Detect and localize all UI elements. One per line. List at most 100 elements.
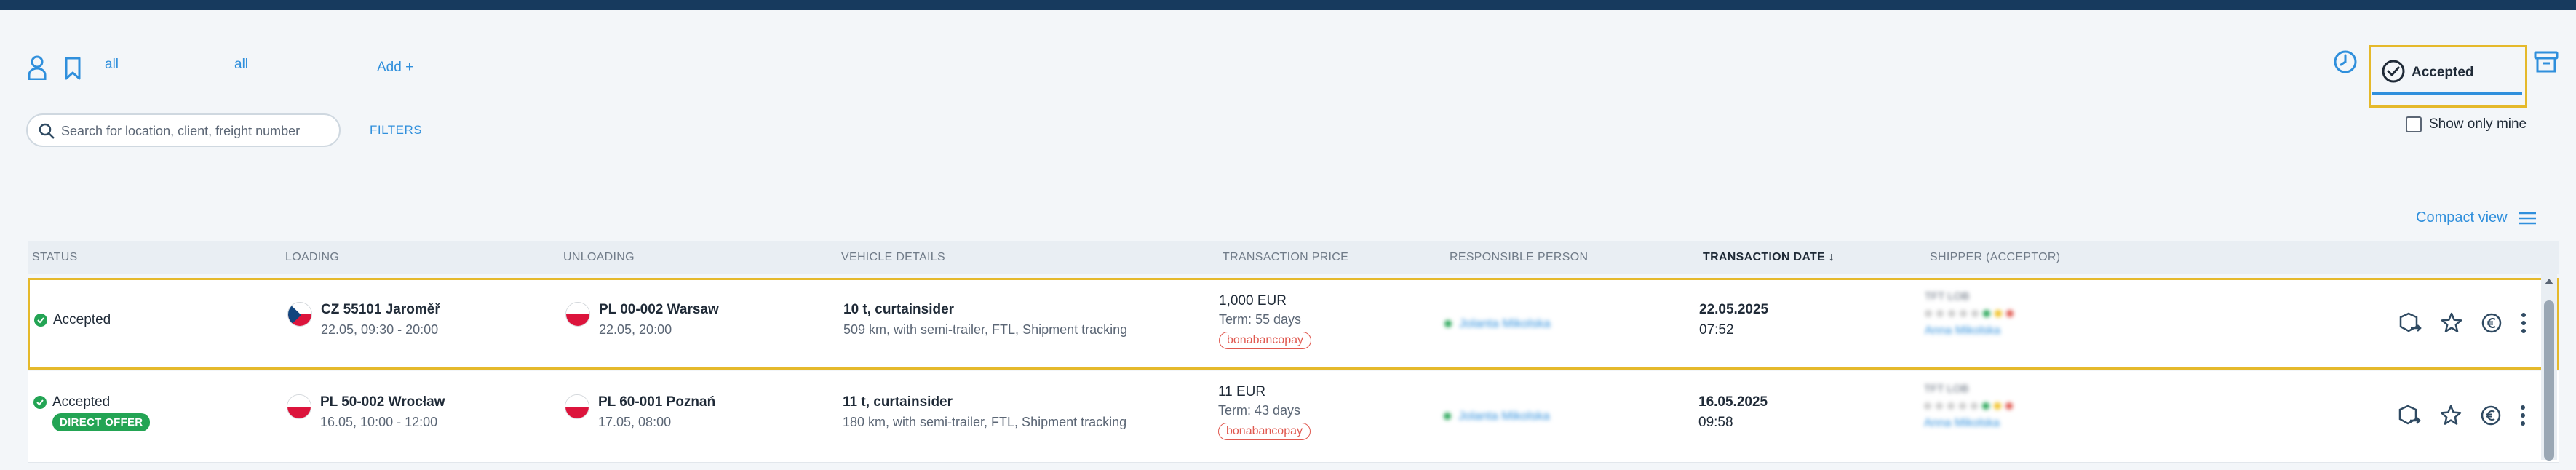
vehicle-summary: 10 t, curtainsider (843, 302, 955, 317)
shipper-person: Anna Mikolska (1925, 324, 2001, 337)
search-placeholder: Search for location, client, freight num… (61, 124, 301, 138)
loading-time: 16.05, 10:00 - 12:00 (320, 415, 438, 429)
vehicle-cell: 10 t, curtainsider 509 km, with semi-tra… (843, 302, 1127, 338)
loading-place: PL 50-002 Wrocław (320, 394, 445, 410)
send-cargo-icon[interactable] (2397, 403, 2422, 428)
rating-dots (1925, 310, 2014, 317)
shipper-cell[interactable]: TFT LOB Anna Mikolska (1925, 290, 2014, 338)
direct-offer-badge: DIRECT OFFER (52, 413, 151, 431)
price-amount: 11 EUR (1218, 384, 1266, 399)
saved-filter-all-1[interactable]: all (105, 57, 119, 73)
online-dot (1444, 320, 1452, 327)
col-transaction-date[interactable]: TRANSACTION DATE ↓ (1703, 251, 1834, 264)
transaction-time: 09:58 (1698, 415, 1733, 430)
pay-badge: bonabancopay (1219, 332, 1311, 349)
filters-button[interactable]: FILTERS (370, 123, 422, 138)
tab-accepted[interactable]: Accepted (2369, 45, 2527, 108)
table-row[interactable]: Accepted CZ 55101 Jaroměř 22.05, 09:30 -… (28, 278, 2559, 370)
col-loading[interactable]: LOADING (285, 251, 339, 264)
user-icon[interactable] (28, 55, 47, 84)
shipper-name: TFT LOB (1924, 383, 1969, 395)
unloading-cell: PL 00-002 Warsaw 22.05, 20:00 (565, 302, 719, 338)
euro-payment-icon[interactable] (2481, 312, 2503, 334)
compact-view-label: Compact view (2416, 210, 2508, 226)
clock-icon[interactable] (2333, 49, 2358, 78)
row-actions (2397, 403, 2527, 428)
date-cell: 16.05.2025 09:58 (1698, 394, 1768, 431)
flag-pl-icon (565, 302, 590, 327)
rate-star-icon[interactable] (2439, 404, 2462, 427)
loading-place: CZ 55101 Jaroměř (321, 302, 440, 317)
vehicle-summary: 11 t, curtainsider (843, 394, 953, 410)
transaction-date: 22.05.2025 (1699, 302, 1769, 317)
active-tab-indicator (2372, 92, 2522, 95)
pay-badge: bonabancopay (1218, 423, 1311, 440)
col-responsible-person[interactable]: RESPONSIBLE PERSON (1450, 251, 1588, 264)
search-icon (39, 123, 55, 139)
shipper-name: TFT LOB (1925, 290, 1970, 303)
shipper-cell[interactable]: TFT LOB Anna Mikolska (1924, 383, 2013, 430)
col-vehicle-details[interactable]: VEHICLE DETAILS (841, 251, 945, 264)
check-icon (33, 396, 47, 409)
vehicle-details: 180 km, with semi-trailer, FTL, Shipment… (843, 415, 1127, 429)
tab-accepted-label: Accepted (2412, 65, 2474, 80)
loading-cell: PL 50-002 Wrocław 16.05, 10:00 - 12:00 (287, 394, 445, 430)
show-only-mine-label: Show only mine (2429, 116, 2527, 132)
row-actions (2398, 311, 2527, 335)
person-name: Jolanta Mikolska (1458, 409, 1550, 423)
unloading-place: PL 00-002 Warsaw (599, 302, 719, 317)
status-cell: Accepted DIRECT OFFER (33, 394, 151, 431)
archive-icon[interactable] (2534, 51, 2559, 76)
rate-star-icon[interactable] (2440, 311, 2463, 335)
table-scrollbar[interactable] (2541, 274, 2557, 461)
price-amount: 1,000 EUR (1219, 293, 1287, 308)
top-bar (0, 0, 2576, 10)
shipper-person: Anna Mikolska (1924, 417, 2000, 429)
price-cell: 11 EUR Term: 43 days bonabancopay (1218, 384, 1311, 440)
date-cell: 22.05.2025 07:52 (1699, 302, 1768, 338)
status-cell: Accepted (34, 312, 111, 328)
unloading-cell: PL 60-001 Poznań 17.05, 08:00 (565, 394, 715, 430)
transaction-date: 16.05.2025 (1698, 394, 1768, 410)
payment-term: Term: 55 days (1219, 312, 1302, 327)
status-text: Accepted (52, 394, 111, 410)
online-dot (1444, 413, 1451, 420)
more-vertical-icon[interactable] (2520, 311, 2527, 335)
table-header: STATUS LOADING UNLOADING VEHICLE DETAILS… (28, 241, 2559, 274)
unloading-time: 22.05, 20:00 (599, 322, 672, 337)
saved-filter-all-2[interactable]: all (234, 57, 248, 73)
col-status[interactable]: STATUS (32, 251, 78, 264)
vehicle-cell: 11 t, curtainsider 180 km, with semi-tra… (843, 394, 1126, 430)
check-icon (34, 314, 47, 327)
table-row[interactable]: Accepted DIRECT OFFER PL 50-002 Wrocław … (28, 371, 2559, 463)
person-name: Jolanta Mikolska (1459, 316, 1551, 330)
send-cargo-icon[interactable] (2398, 311, 2422, 335)
show-only-mine-checkbox[interactable] (2406, 116, 2422, 132)
scrollbar-thumb[interactable] (2544, 300, 2554, 461)
show-only-mine-toggle[interactable]: Show only mine (2406, 116, 2527, 132)
compact-view-button[interactable]: Compact view (2416, 210, 2537, 226)
transaction-time: 07:52 (1699, 322, 1734, 338)
vehicle-details: 509 km, with semi-trailer, FTL, Shipment… (843, 322, 1128, 337)
loading-time: 22.05, 09:30 - 20:00 (321, 322, 439, 337)
bookmark-icon[interactable] (64, 57, 82, 84)
responsible-person[interactable]: Jolanta Mikolska (1444, 316, 1551, 331)
payment-term: Term: 43 days (1218, 403, 1301, 418)
flag-pl-icon (287, 394, 311, 419)
responsible-person[interactable]: Jolanta Mikolska (1444, 409, 1550, 423)
status-text: Accepted (53, 312, 111, 327)
search-field[interactable]: Search for location, client, freight num… (26, 113, 341, 147)
add-filter-link[interactable]: Add + (377, 60, 413, 76)
check-circle-icon (2382, 60, 2405, 83)
col-transaction-price[interactable]: TRANSACTION PRICE (1223, 251, 1348, 264)
flag-pl-icon (565, 394, 589, 419)
rating-dots (1924, 402, 2013, 410)
flag-cz-icon (287, 302, 312, 327)
scroll-up-arrow-icon[interactable] (2545, 279, 2553, 284)
euro-payment-icon[interactable] (2480, 405, 2502, 426)
unloading-time: 17.05, 08:00 (598, 415, 672, 429)
col-shipper[interactable]: SHIPPER (ACCEPTOR) (1930, 251, 2060, 264)
unloading-place: PL 60-001 Poznań (598, 394, 716, 410)
col-unloading[interactable]: UNLOADING (563, 251, 635, 264)
more-vertical-icon[interactable] (2519, 404, 2527, 427)
